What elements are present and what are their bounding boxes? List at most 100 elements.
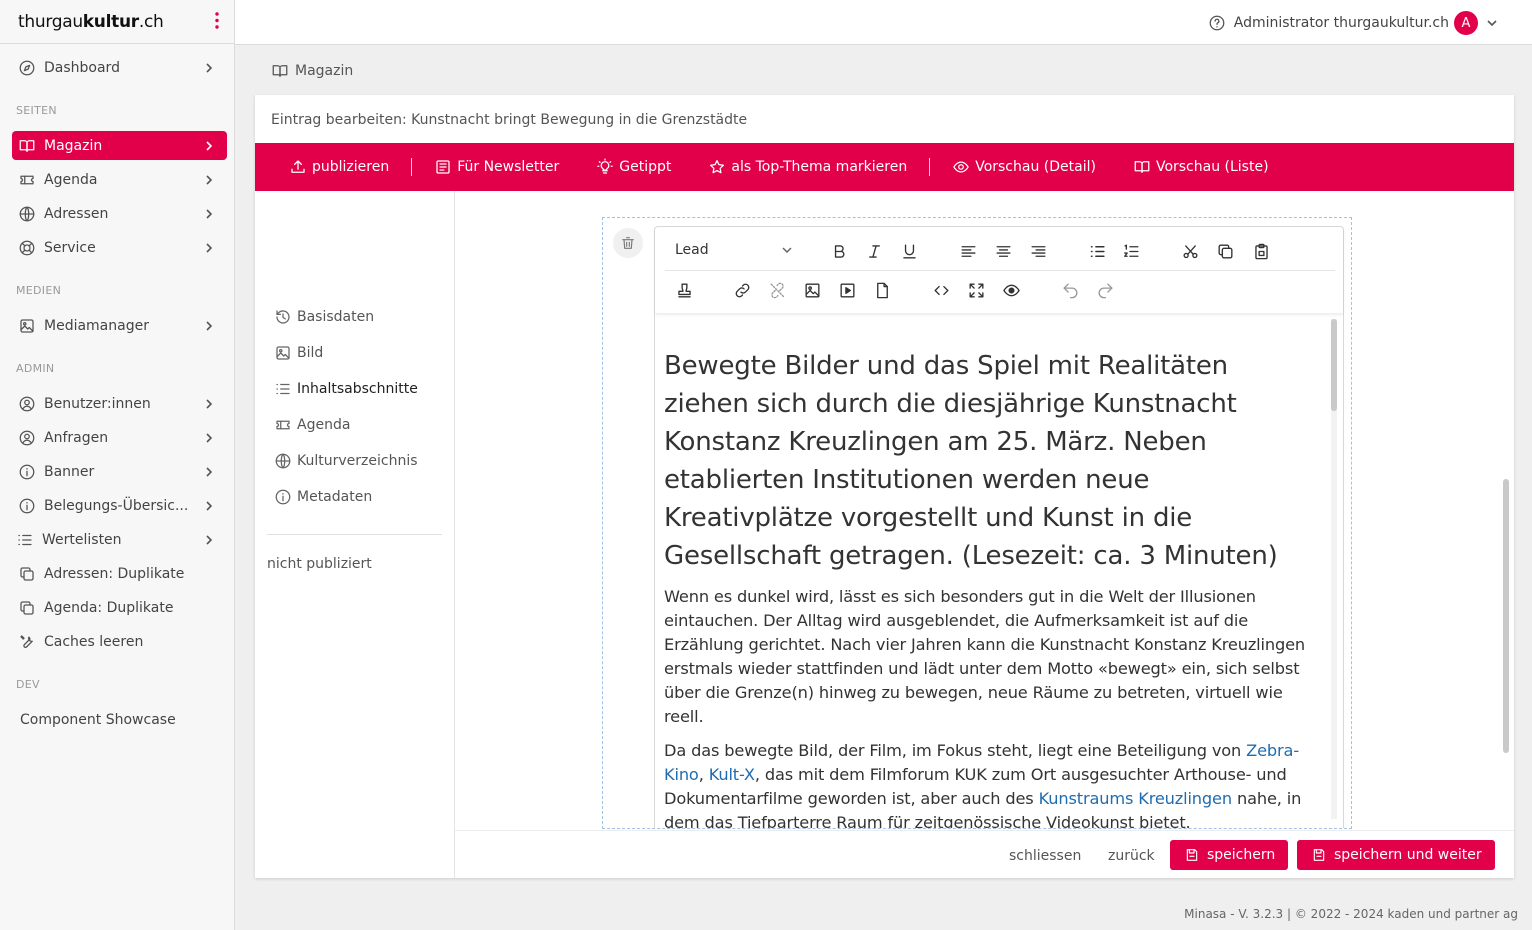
sidebar-item-adressen-duplikate[interactable]: Adressen: Duplikate — [12, 559, 227, 588]
globe-icon — [275, 453, 291, 469]
kebab-menu-icon[interactable] — [214, 11, 220, 31]
block-format-select[interactable]: Lead — [675, 242, 793, 258]
body-paragraph: Wenn es dunkel wird, lässt es sich beson… — [664, 587, 1306, 726]
bullet-list-button[interactable] — [1086, 240, 1108, 262]
sidebar-item-mediamanager[interactable]: Mediamanager — [12, 311, 227, 340]
close-button[interactable]: schliessen — [1009, 848, 1081, 864]
nav-item-agenda[interactable]: Agenda — [274, 416, 350, 434]
sidebar-item-label: Benutzer:innen — [44, 395, 151, 412]
history-icon — [276, 310, 290, 324]
align-left-button[interactable] — [957, 240, 979, 262]
copy-button[interactable] — [1214, 240, 1236, 262]
insert-document-button[interactable] — [871, 279, 893, 301]
sidebar-item-label: Banner — [44, 463, 95, 480]
nav-item-kulturverzeichnis[interactable]: Kulturverzeichnis — [274, 452, 418, 470]
nav-item-basisdaten[interactable]: Basisdaten — [274, 308, 374, 326]
sidebar-item-magazin[interactable]: Magazin — [12, 131, 227, 160]
link-kunstraum-kreuzlingen[interactable]: Kunstraums Kreuzlingen — [1039, 789, 1233, 808]
preview-detail-button[interactable]: Vorschau (Detail) — [952, 158, 1096, 176]
fullscreen-button[interactable] — [965, 279, 987, 301]
align-right-button[interactable] — [1027, 240, 1049, 262]
align-left-icon — [960, 245, 976, 257]
source-code-button[interactable] — [930, 279, 952, 301]
publish-button[interactable]: publizieren — [289, 158, 389, 176]
sidebar-item-label: Dashboard — [44, 59, 120, 76]
save-icon — [1186, 849, 1198, 861]
chevron-right-icon — [206, 320, 213, 331]
preview-button[interactable] — [1000, 279, 1022, 301]
insert-stamp-button[interactable] — [673, 279, 695, 301]
unlink-button[interactable] — [766, 279, 788, 301]
nav-item-inhaltsabschnitte[interactable]: Inhaltsabschnitte — [274, 380, 418, 398]
fullscreen-icon — [968, 282, 984, 298]
chevron-right-icon — [206, 208, 213, 219]
sidebar-item-belegungs[interactable]: Belegungs-Übersic... — [12, 491, 227, 520]
save-button[interactable]: speichern — [1170, 840, 1289, 870]
text-run: Da das bewegte Bild, der Film, im Fokus … — [664, 741, 1247, 760]
app-logo[interactable]: thurgaukultur.ch — [0, 0, 234, 44]
top-thema-button[interactable]: als Top-Thema markieren — [708, 158, 907, 176]
preview-detail-label: Vorschau (Detail) — [975, 159, 1096, 175]
nav-item-metadaten[interactable]: Metadaten — [274, 488, 372, 506]
sidebar-item-adressen[interactable]: Adressen — [12, 199, 227, 228]
delete-section-button[interactable] — [613, 228, 643, 258]
bold-button[interactable] — [828, 240, 850, 262]
divider — [267, 534, 442, 535]
avatar[interactable]: A — [1454, 11, 1478, 35]
sidebar-item-dashboard[interactable]: Dashboard — [12, 53, 227, 82]
sidebar-section-medien: MEDIEN — [16, 284, 62, 297]
sidebar-item-banner[interactable]: Banner — [12, 457, 227, 486]
cut-button[interactable] — [1179, 240, 1201, 262]
preview-list-button[interactable]: Vorschau (Liste) — [1133, 158, 1269, 176]
back-button[interactable]: zurück — [1108, 848, 1155, 864]
editor-content[interactable]: Bewegte Bilder und das Spiel mit Realitä… — [655, 313, 1329, 828]
chevron-down-icon[interactable] — [1486, 17, 1498, 29]
sidebar-item-agenda[interactable]: Agenda — [12, 165, 227, 194]
unlink-icon — [769, 282, 785, 298]
insert-video-button[interactable] — [836, 279, 858, 301]
redo-button[interactable] — [1094, 279, 1116, 301]
nav-item-label: Bild — [297, 345, 324, 361]
ticket-icon — [20, 175, 34, 184]
paste-button[interactable] — [1250, 240, 1272, 262]
italic-button[interactable] — [863, 240, 885, 262]
bullet-list-icon — [1090, 245, 1105, 257]
newsletter-button[interactable]: Für Newsletter — [434, 158, 559, 176]
numbered-list-button[interactable] — [1120, 240, 1142, 262]
save-icon — [1313, 849, 1325, 861]
list-icon — [276, 383, 290, 395]
chevron-right-icon — [206, 242, 213, 253]
nav-item-label: Metadaten — [297, 489, 373, 505]
sidebar-item-component-showcase[interactable]: Component Showcase — [12, 705, 227, 734]
image-icon — [804, 282, 820, 298]
getippt-button[interactable]: Getippt — [596, 158, 671, 176]
sidebar-item-wertelisten[interactable]: Wertelisten — [12, 525, 227, 554]
clipboard-icon — [1254, 243, 1268, 259]
sidebar-item-agenda-duplikate[interactable]: Agenda: Duplikate — [12, 593, 227, 622]
breadcrumb[interactable]: Magazin — [271, 62, 353, 80]
help-icon[interactable] — [1208, 14, 1226, 32]
sidebar-item-label: Service — [44, 239, 96, 256]
sidebar-item-caches-leeren[interactable]: Caches leeren — [12, 627, 227, 656]
underline-button[interactable] — [898, 240, 920, 262]
insert-link-button[interactable] — [731, 279, 753, 301]
user-name[interactable]: Administrator thurgaukultur.ch — [1234, 15, 1449, 31]
code-icon — [933, 285, 949, 295]
link-kult-x[interactable]: Kult-X — [709, 765, 755, 784]
save-continue-button[interactable]: speichern und weiter — [1297, 840, 1495, 870]
getippt-label: Getippt — [619, 159, 672, 175]
sidebar-item-service[interactable]: Service — [12, 233, 227, 262]
card-scrollbar-thumb[interactable] — [1503, 479, 1509, 753]
undo-button[interactable] — [1059, 279, 1081, 301]
scissors-icon — [1182, 244, 1198, 258]
editor-scrollbar-thumb[interactable] — [1331, 319, 1337, 411]
insert-image-button[interactable] — [801, 279, 823, 301]
book-icon — [272, 65, 288, 77]
sidebar-item-benutzer[interactable]: Benutzer:innen — [12, 389, 227, 418]
sidebar-item-anfragen[interactable]: Anfragen — [12, 423, 227, 452]
nav-item-bild[interactable]: Bild — [274, 344, 323, 362]
trash-icon — [622, 237, 634, 249]
save-continue-label: speichern und weiter — [1334, 847, 1482, 863]
newsletter-label: Für Newsletter — [457, 159, 560, 175]
align-center-button[interactable] — [992, 240, 1014, 262]
